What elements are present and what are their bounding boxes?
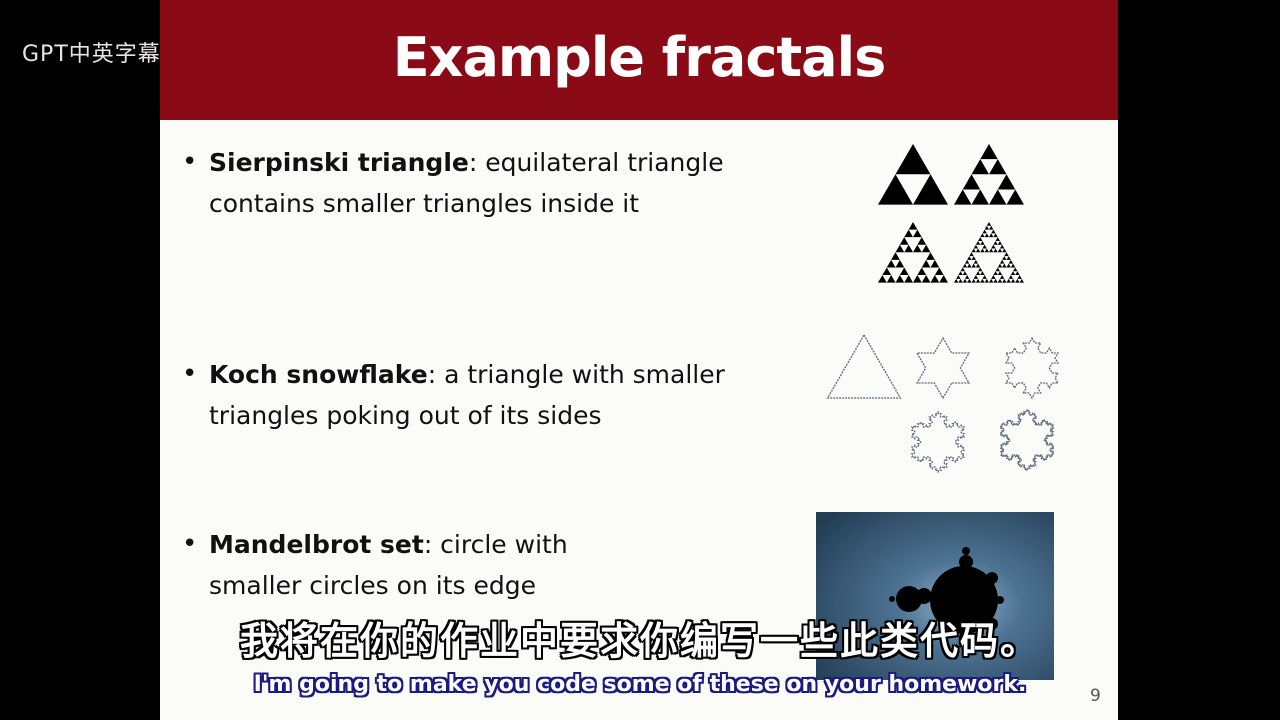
sierpinski-level-3 [878, 222, 948, 283]
bullet-term: Mandelbrot set [209, 530, 424, 559]
koch-level-1 [915, 336, 971, 400]
koch-level-4 [999, 408, 1055, 472]
sierpinski-level-4 [954, 222, 1024, 283]
bullet-term: Sierpinski triangle [209, 148, 469, 177]
subtitle-chinese: 我将在你的作业中要求你编写一些此类代码。 [239, 619, 1040, 663]
sierpinski-level-2 [954, 144, 1024, 205]
bullet-term: Koch snowflake [209, 360, 428, 389]
sierpinski-figure [878, 144, 1024, 283]
title-bar: Example fractals [160, 0, 1118, 120]
koch-level-3 [910, 410, 966, 474]
koch-figure [826, 333, 1060, 474]
koch-level-2 [1004, 336, 1060, 400]
sierpinski-level-1 [878, 144, 948, 205]
koch-level-0 [826, 333, 902, 399]
bullet-dot: • [182, 359, 198, 389]
slide-title: Example fractals [392, 26, 887, 89]
bullet-dot: • [182, 529, 198, 559]
subtitle-english: I'm going to make you code some of these… [253, 672, 1027, 697]
bullet-dot: • [182, 147, 198, 177]
